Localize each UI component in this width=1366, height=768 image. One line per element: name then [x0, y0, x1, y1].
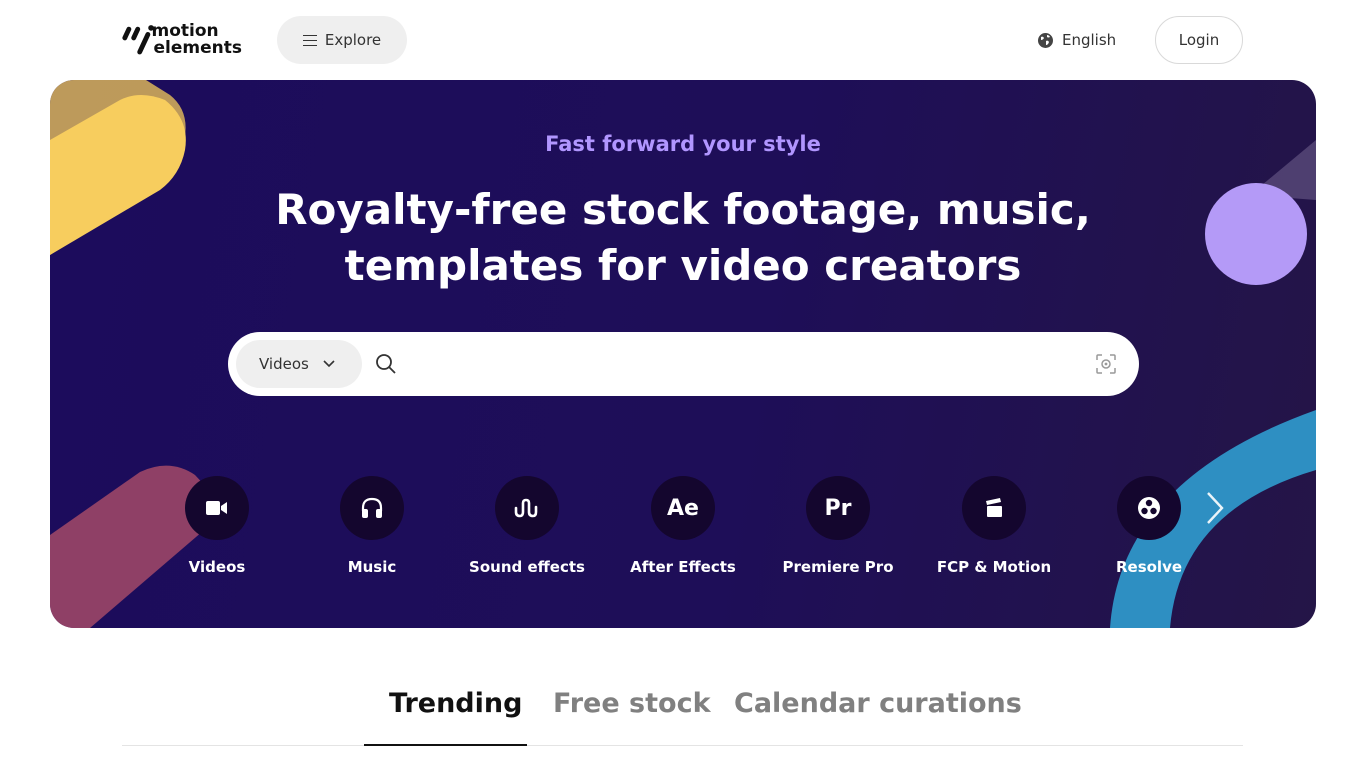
brand-logo[interactable]: motion elements: [122, 18, 242, 62]
content-tabs: Trending Free stock Calendar curations: [0, 680, 1366, 746]
globe-icon: [1038, 32, 1053, 48]
hero-banner: Fast forward your style Royalty-free sto…: [50, 80, 1316, 628]
category-label: FCP & Motion: [936, 558, 1052, 576]
search-bar: Videos: [228, 332, 1139, 396]
tab-free-stock[interactable]: Free stock: [553, 688, 711, 719]
resolve-icon: [1117, 476, 1181, 540]
category-label: Music: [347, 558, 397, 576]
active-tab-indicator: [364, 744, 527, 746]
category-carousel: Videos Music Sound effects Ae After Effe…: [50, 476, 1316, 586]
tab-calendar-curations[interactable]: Calendar curations: [734, 688, 1022, 719]
language-label: English: [1062, 31, 1117, 49]
category-after-effects[interactable]: Ae After Effects: [613, 476, 753, 576]
chevron-right-icon[interactable]: [1202, 490, 1226, 526]
explore-label: Explore: [324, 31, 382, 49]
explore-button[interactable]: Explore: [277, 16, 407, 64]
clapperboard-icon: [962, 476, 1026, 540]
category-label: Videos: [188, 558, 246, 576]
category-resolve[interactable]: Resolve: [1079, 476, 1219, 576]
category-music[interactable]: Music: [302, 476, 442, 576]
video-camera-icon: [185, 476, 249, 540]
premiere-pro-icon: Pr: [806, 476, 870, 540]
language-selector[interactable]: English: [1037, 28, 1116, 52]
category-sound-effects[interactable]: Sound effects: [457, 476, 597, 576]
logo-mark-icon: [122, 25, 154, 55]
tabs-divider: [122, 745, 1243, 746]
tab-trending[interactable]: Trending: [389, 688, 522, 719]
visual-search-icon[interactable]: [1094, 352, 1118, 376]
headphones-icon: [340, 476, 404, 540]
category-fcp-motion[interactable]: FCP & Motion: [924, 476, 1064, 576]
site-header: motion elements Explore English Login: [0, 0, 1366, 80]
search-icon[interactable]: [374, 352, 398, 376]
search-input[interactable]: [408, 344, 1078, 384]
brand-name-line2: elements: [153, 38, 242, 58]
chevron-down-icon: [323, 360, 335, 368]
menu-icon: [302, 34, 317, 47]
category-videos[interactable]: Videos: [147, 476, 287, 576]
hero-headline: Royalty-free stock footage, music, templ…: [50, 182, 1316, 294]
sound-wave-icon: [495, 476, 559, 540]
category-label: After Effects: [630, 558, 736, 576]
hero-headline-line1: Royalty-free stock footage, music,: [275, 185, 1091, 234]
category-label: Resolve: [1115, 558, 1183, 576]
brand-name: motion elements: [152, 23, 242, 57]
search-category-select[interactable]: Videos: [236, 340, 362, 388]
after-effects-icon: Ae: [651, 476, 715, 540]
category-label: Premiere Pro: [782, 558, 894, 576]
hero-headline-line2: templates for video creators: [344, 241, 1022, 290]
category-premiere-pro[interactable]: Pr Premiere Pro: [768, 476, 908, 576]
login-button[interactable]: Login: [1155, 16, 1243, 64]
search-category-value: Videos: [259, 355, 309, 373]
hero-tagline: Fast forward your style: [545, 132, 821, 156]
category-label: Sound effects: [469, 558, 585, 576]
